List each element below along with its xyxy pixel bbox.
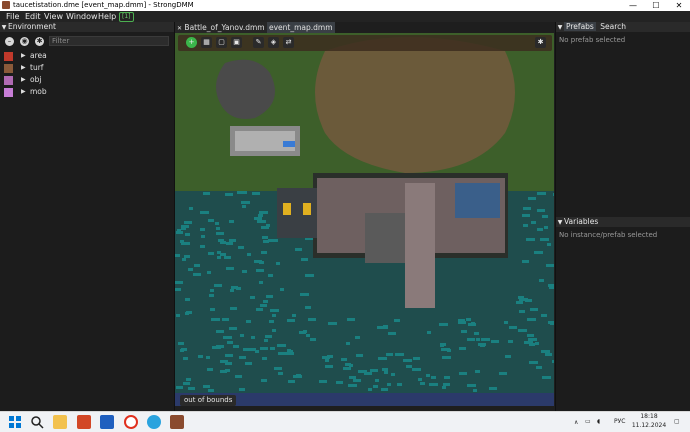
select-icon[interactable]: ▢	[216, 37, 227, 48]
search-icon[interactable]	[30, 415, 44, 429]
prefabs-empty-text: No prefab selected	[559, 36, 626, 44]
environment-title: Environment	[8, 22, 56, 31]
chevron-down-icon: ▼	[557, 219, 563, 226]
collapse-icon[interactable]: –	[5, 37, 14, 46]
tree-label: area	[30, 51, 47, 60]
close-button[interactable]: ✕	[668, 0, 690, 11]
variables-header[interactable]: ▼ Variables	[556, 217, 690, 227]
settings-icon[interactable]: ✱	[535, 37, 546, 48]
telegram-icon[interactable]	[147, 415, 161, 429]
app-icon	[2, 1, 10, 9]
powerpoint-icon[interactable]	[77, 415, 91, 429]
map-viewport[interactable]	[175, 33, 554, 406]
tree-label: obj	[30, 75, 42, 84]
obj-icon	[4, 76, 13, 85]
tree-item-area[interactable]: ▶ area	[0, 50, 172, 62]
menu-help[interactable]: Help	[98, 11, 116, 22]
tab-event-map[interactable]: event_map.dmm	[267, 22, 335, 33]
prefabs-header: ▼ Prefabs Search	[556, 22, 690, 32]
turf-icon	[4, 64, 13, 73]
menu-window[interactable]: Window	[66, 11, 98, 22]
tree-item-turf[interactable]: ▶ turf	[0, 62, 172, 74]
visibility-icon[interactable]: ◉	[20, 37, 29, 46]
tree-item-obj[interactable]: ▶ obj	[0, 74, 172, 86]
menu-bar: File Edit View Window Help [1]	[0, 11, 690, 22]
map-toolbar: + ▦ ▢ ▣ ✎ ◈ ⇄ ✱	[178, 35, 552, 51]
eraser-icon[interactable]: ◈	[268, 37, 279, 48]
expand-arrow-icon[interactable]: ▶	[21, 62, 26, 74]
chevron-up-icon[interactable]: ∧	[574, 419, 578, 426]
grid-icon[interactable]: ▦	[201, 37, 212, 48]
expand-arrow-icon[interactable]: ▶	[21, 74, 26, 86]
menu-view[interactable]: View	[44, 11, 63, 22]
pencil-icon[interactable]: ✎	[253, 37, 264, 48]
taskbar: ∧ ▭ ◖ РУС 18:18 11.12.2024 ▢	[0, 411, 690, 432]
area-icon	[4, 52, 13, 61]
windows-start-icon[interactable]	[8, 415, 22, 429]
tab-label: event_map.dmm	[269, 23, 333, 32]
menu-file[interactable]: File	[6, 11, 19, 22]
mob-icon	[4, 88, 13, 97]
chevron-down-icon: ▼	[1, 24, 7, 31]
expand-arrow-icon[interactable]: ▶	[21, 86, 26, 98]
volume-icon[interactable]: ◖	[597, 418, 600, 425]
status-label: out of bounds	[180, 395, 237, 406]
file-explorer-icon[interactable]	[53, 415, 67, 429]
tab-battle-of-yanov[interactable]: ✕ Battle_of_Yanov.dmm	[175, 22, 267, 33]
tab-prefabs[interactable]: Prefabs	[564, 22, 596, 31]
editor-tabs: ✕ Battle_of_Yanov.dmm event_map.dmm	[175, 22, 554, 33]
environment-header[interactable]: ▼ Environment	[0, 22, 174, 32]
right-panel: ▼ Prefabs Search No prefab selected ▼ Vari…	[555, 22, 690, 411]
tab-search[interactable]: Search	[600, 22, 626, 31]
swap-icon[interactable]: ⇄	[283, 37, 294, 48]
word-icon[interactable]	[100, 415, 114, 429]
notification-badge[interactable]: [1]	[119, 12, 134, 22]
map-canvas	[175, 33, 554, 406]
close-icon[interactable]: ✕	[177, 25, 182, 32]
expand-arrow-icon[interactable]: ▶	[21, 50, 26, 62]
variables-title: Variables	[564, 217, 599, 226]
tree-label: turf	[30, 63, 44, 72]
minimize-button[interactable]: —	[622, 0, 644, 11]
clock-date[interactable]: 11.12.2024	[630, 422, 668, 429]
clock-time[interactable]: 18:18	[634, 413, 664, 420]
chevron-down-icon[interactable]: ▼	[556, 23, 564, 33]
tree-item-mob[interactable]: ▶ mob	[0, 86, 172, 98]
maximize-button[interactable]: ☐	[645, 0, 667, 11]
tree-label: mob	[30, 87, 47, 96]
menu-edit[interactable]: Edit	[25, 11, 41, 22]
notifications-icon[interactable]: ▢	[674, 418, 680, 425]
variables-empty-text: No instance/prefab selected	[559, 231, 658, 239]
fill-icon[interactable]: ▣	[231, 37, 242, 48]
window-titlebar: taucetistation.dme [event_map.dmm] - Str…	[0, 0, 690, 11]
filter-input[interactable]	[49, 36, 169, 46]
add-icon[interactable]: +	[186, 37, 197, 48]
language-indicator[interactable]: РУС	[614, 418, 625, 425]
network-icon[interactable]: ▭	[585, 418, 591, 425]
window-title: taucetistation.dme [event_map.dmm] - Str…	[13, 1, 194, 9]
strongdmm-icon[interactable]	[170, 415, 184, 429]
tab-label: Battle_of_Yanov.dmm	[184, 23, 265, 32]
opera-icon[interactable]	[124, 415, 138, 429]
settings-icon[interactable]: ✱	[35, 37, 44, 46]
